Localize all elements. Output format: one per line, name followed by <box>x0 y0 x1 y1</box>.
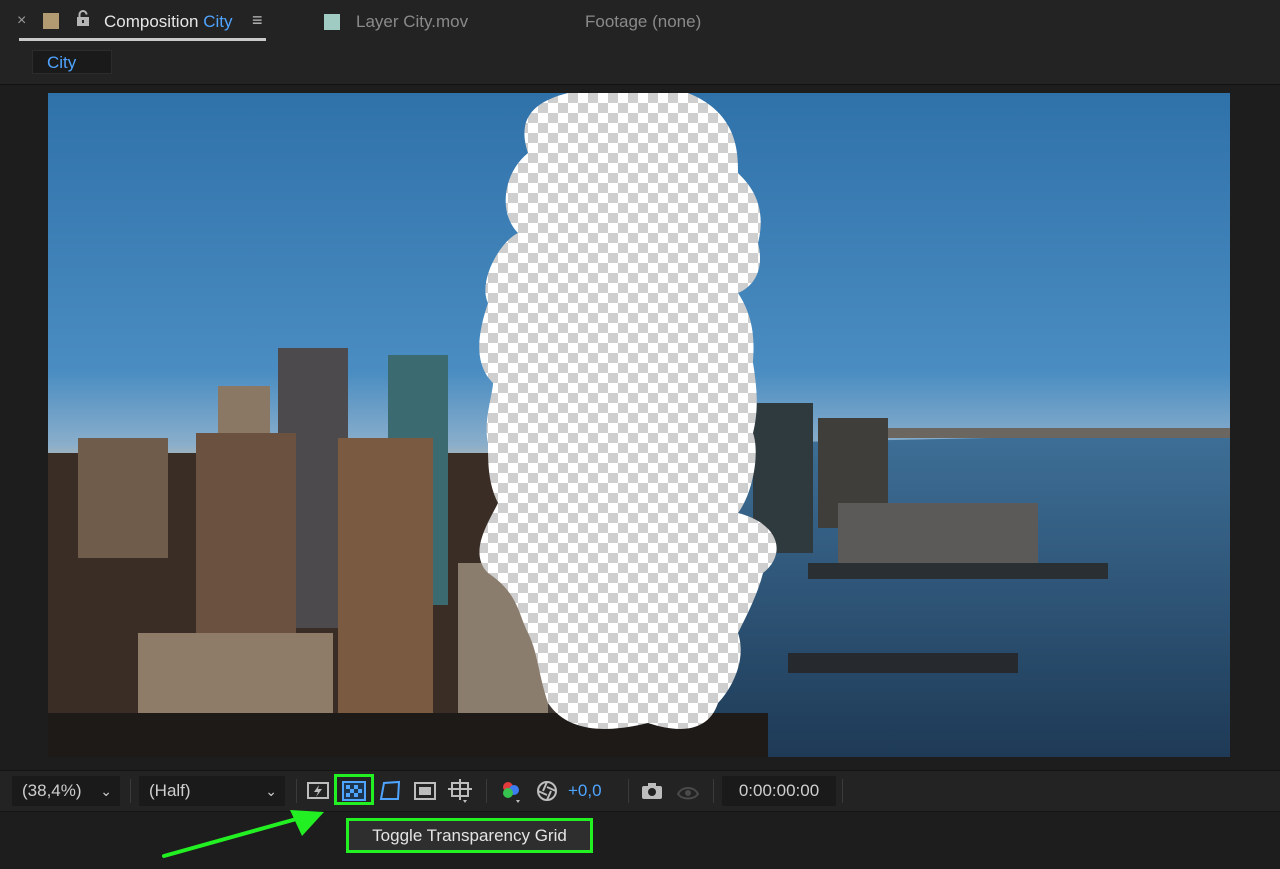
snapshot-icon[interactable] <box>638 777 666 805</box>
color-channels-icon[interactable] <box>497 777 525 805</box>
resolution-dropdown[interactable]: (Half) ⌄ <box>139 776 285 806</box>
lock-icon[interactable] <box>76 10 90 26</box>
composition-navigator-bar: City <box>0 44 1280 85</box>
toolbar-divider <box>486 779 487 803</box>
close-tab-button[interactable]: × <box>17 12 26 30</box>
resolution-value: (Half) <box>149 781 191 800</box>
layer-color-swatch <box>324 14 340 30</box>
panel-menu-icon[interactable]: ≡ <box>252 10 263 31</box>
transparency-grid-highlight-box <box>334 774 374 805</box>
exposure-value[interactable]: +0,0 <box>568 781 602 801</box>
chevron-down-icon: ⌄ <box>100 783 112 799</box>
breadcrumb-city[interactable]: City <box>32 50 112 74</box>
current-time-display[interactable]: 0:00:00:00 <box>722 776 836 806</box>
toolbar-divider <box>842 779 843 803</box>
toolbar-divider <box>628 779 629 803</box>
viewer-canvas <box>48 93 1230 757</box>
pointer-arrow-annotation <box>162 810 324 858</box>
tooltip: Toggle Transparency Grid <box>346 818 593 853</box>
toolbar-divider <box>130 779 131 803</box>
panel-tab-bar: × Composition City ≡ Layer City.mov Foot… <box>0 0 1280 44</box>
reset-exposure-icon[interactable] <box>533 777 561 805</box>
composition-viewer[interactable] <box>48 93 1230 757</box>
fast-previews-icon[interactable] <box>305 777 333 805</box>
tab-footage[interactable]: Footage (none) <box>585 12 701 32</box>
show-snapshot-icon[interactable] <box>674 777 702 805</box>
chevron-down-icon: ⌄ <box>265 783 277 799</box>
composition-color-swatch <box>43 13 59 29</box>
region-of-interest-icon[interactable] <box>411 777 439 805</box>
magnification-value: (38,4%) <box>22 781 82 800</box>
tab-composition-prefix: Composition <box>104 12 199 31</box>
mask-path-icon[interactable] <box>376 777 404 805</box>
tab-composition-name: City <box>203 12 233 31</box>
grid-guides-icon[interactable] <box>446 777 474 805</box>
tab-layer[interactable]: Layer City.mov <box>356 12 468 32</box>
tab-composition[interactable]: Composition City <box>104 12 233 32</box>
toolbar-divider <box>296 779 297 803</box>
magnification-dropdown[interactable]: (38,4%) ⌄ <box>12 776 120 806</box>
toolbar-divider <box>713 779 714 803</box>
active-tab-indicator <box>19 38 266 41</box>
